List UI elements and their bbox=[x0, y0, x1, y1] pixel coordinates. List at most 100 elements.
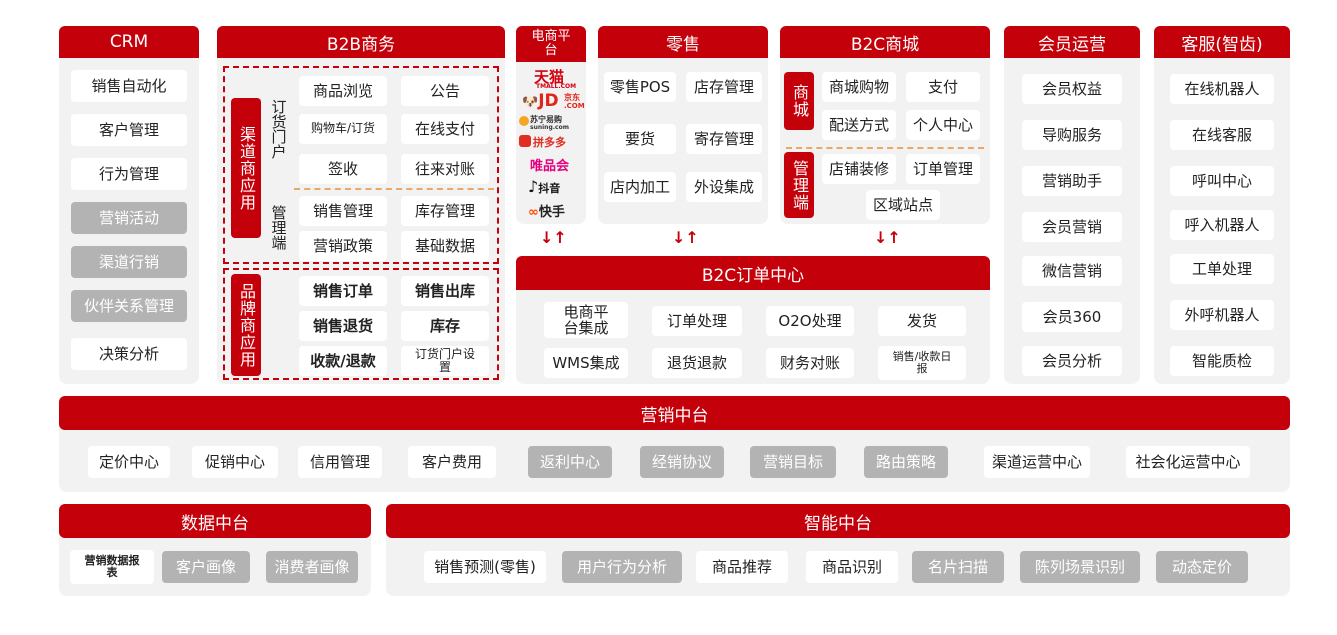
service-item-online-bot[interactable]: 在线机器人 bbox=[1170, 74, 1274, 104]
service-item-outbound-bot[interactable]: 外呼机器人 bbox=[1170, 300, 1274, 330]
kuaishou-logo[interactable]: ∞快手 bbox=[528, 201, 565, 220]
pinduoduo-logo[interactable]: 拼多多 bbox=[533, 134, 566, 150]
brand-item-stock[interactable]: 库存 bbox=[401, 311, 489, 341]
crm-item-decision-analysis[interactable]: 决策分析 bbox=[71, 338, 187, 370]
mkt-item-target[interactable]: 营销目标 bbox=[750, 446, 836, 478]
crm-item-customer-mgmt[interactable]: 客户管理 bbox=[71, 114, 187, 146]
data-header: 数据中台 bbox=[59, 504, 371, 538]
service-item-call-center[interactable]: 呼叫中心 bbox=[1170, 166, 1274, 196]
b2b-item-sign[interactable]: 签收 bbox=[299, 154, 387, 184]
order-item-finance[interactable]: 财务对账 bbox=[766, 348, 854, 378]
b2c-item-delivery[interactable]: 配送方式 bbox=[822, 110, 896, 140]
crm-item-marketing-activity[interactable]: 营销活动 bbox=[71, 202, 187, 234]
b2c-header: B2C商城 bbox=[780, 26, 990, 58]
brand-item-portal-settings[interactable]: 订货门户设置 bbox=[401, 346, 489, 376]
pdd-icon bbox=[519, 135, 531, 147]
mkt-item-pricing[interactable]: 定价中心 bbox=[88, 446, 170, 478]
b2c-item-payment[interactable]: 支付 bbox=[906, 72, 980, 102]
data-item-marketing-report[interactable]: 营销数据报表 bbox=[70, 550, 154, 584]
b2b-header: B2B商务 bbox=[217, 26, 505, 58]
b2c-item-mall-shopping[interactable]: 商城购物 bbox=[822, 72, 896, 102]
crm-item-partner-mgmt[interactable]: 伙伴关系管理 bbox=[71, 290, 187, 322]
mkt-item-social-ops[interactable]: 社会化运营中心 bbox=[1126, 446, 1250, 478]
retail-to-order-arrows: ↓↑ bbox=[672, 228, 699, 247]
b2b-item-online-pay[interactable]: 在线支付 bbox=[401, 114, 489, 144]
b2b-item-browse[interactable]: 商品浏览 bbox=[299, 76, 387, 106]
brand-item-sales-return[interactable]: 销售退货 bbox=[299, 311, 387, 341]
service-header: 客服(智齿) bbox=[1154, 26, 1290, 58]
b2b-item-cart[interactable]: 购物车/订货 bbox=[299, 114, 387, 144]
member-header: 会员运营 bbox=[1004, 26, 1140, 58]
order-item-shipping[interactable]: 发货 bbox=[878, 306, 966, 336]
ai-item-dynamic-pricing[interactable]: 动态定价 bbox=[1156, 551, 1248, 583]
crm-item-behavior-mgmt[interactable]: 行为管理 bbox=[71, 158, 187, 190]
service-item-online-cs[interactable]: 在线客服 bbox=[1170, 120, 1274, 150]
order-item-daily-report[interactable]: 销售/收款日报 bbox=[878, 346, 966, 380]
retail-header: 零售 bbox=[598, 26, 768, 58]
member-item-wechat[interactable]: 微信营销 bbox=[1022, 256, 1122, 286]
jd-logo[interactable]: 🐶JD bbox=[522, 91, 559, 111]
b2c-divider bbox=[786, 147, 984, 149]
b2b-item-marketing-policy[interactable]: 营销政策 bbox=[299, 231, 387, 261]
order-item-refund[interactable]: 退货退款 bbox=[652, 348, 742, 378]
crm-item-sales-automation[interactable]: 销售自动化 bbox=[71, 70, 187, 102]
b2b-item-sales-mgmt[interactable]: 销售管理 bbox=[299, 196, 387, 226]
member-item-guide[interactable]: 导购服务 bbox=[1022, 120, 1122, 150]
service-item-ticket[interactable]: 工单处理 bbox=[1170, 254, 1274, 284]
b2b-item-reconcile[interactable]: 往来对账 bbox=[401, 154, 489, 184]
mkt-item-rebate[interactable]: 返利中心 bbox=[528, 446, 612, 478]
brand-item-sales-order[interactable]: 销售订单 bbox=[299, 276, 387, 306]
ecom-header: 电商平台 bbox=[516, 26, 586, 62]
mkt-item-channel-ops[interactable]: 渠道运营中心 bbox=[984, 446, 1090, 478]
mkt-item-agreement[interactable]: 经销协议 bbox=[640, 446, 724, 478]
ai-item-recognition[interactable]: 商品识别 bbox=[806, 551, 898, 583]
jd-dog-icon: 🐶 bbox=[522, 95, 539, 110]
data-item-customer-profile[interactable]: 客户画像 bbox=[162, 551, 250, 583]
member-item-360[interactable]: 会员360 bbox=[1022, 302, 1122, 332]
ai-item-display-recognition[interactable]: 陈列场景识别 bbox=[1020, 551, 1140, 583]
b2c-item-personal-center[interactable]: 个人中心 bbox=[906, 110, 980, 140]
member-item-rights[interactable]: 会员权益 bbox=[1022, 74, 1122, 104]
member-item-assistant[interactable]: 营销助手 bbox=[1022, 166, 1122, 196]
order-item-wms[interactable]: WMS集成 bbox=[544, 348, 628, 378]
service-item-inbound-bot[interactable]: 呼入机器人 bbox=[1170, 210, 1274, 240]
b2c-item-region-site[interactable]: 区域站点 bbox=[866, 190, 940, 220]
retail-item-pos[interactable]: 零售POS bbox=[604, 72, 676, 102]
ecom-to-order-arrows: ↓↑ bbox=[540, 228, 567, 247]
ai-item-recommend[interactable]: 商品推荐 bbox=[696, 551, 788, 583]
brand-item-sales-outbound[interactable]: 销售出库 bbox=[401, 276, 489, 306]
b2b-item-base-data[interactable]: 基础数据 bbox=[401, 231, 489, 261]
brand-item-receipt-refund[interactable]: 收款/退款 bbox=[299, 346, 387, 376]
b2b-item-stock-mgmt[interactable]: 库存管理 bbox=[401, 196, 489, 226]
retail-item-peripheral[interactable]: 外设集成 bbox=[686, 172, 762, 202]
kuaishou-text: 快手 bbox=[538, 205, 565, 220]
retail-item-store-stock[interactable]: 店存管理 bbox=[686, 72, 762, 102]
jd-text: JD bbox=[538, 91, 559, 111]
retail-item-request[interactable]: 要货 bbox=[604, 124, 676, 154]
mkt-item-routing[interactable]: 路由策略 bbox=[864, 446, 948, 478]
member-item-marketing[interactable]: 会员营销 bbox=[1022, 212, 1122, 242]
douyin-logo[interactable]: ♪抖音 bbox=[528, 177, 560, 196]
ai-item-behavior-analysis[interactable]: 用户行为分析 bbox=[562, 551, 682, 583]
b2c-item-shop-decor[interactable]: 店铺装修 bbox=[822, 154, 896, 184]
data-item-consumer-profile[interactable]: 消费者画像 bbox=[266, 551, 358, 583]
service-item-quality[interactable]: 智能质检 bbox=[1170, 346, 1274, 376]
ai-item-sales-forecast[interactable]: 销售预测(零售) bbox=[424, 551, 546, 583]
mkt-item-promotion[interactable]: 促销中心 bbox=[192, 446, 278, 478]
mkt-item-customer-cost[interactable]: 客户费用 bbox=[408, 446, 496, 478]
suning-url: suning.com bbox=[530, 124, 569, 131]
member-item-analysis[interactable]: 会员分析 bbox=[1022, 346, 1122, 376]
douyin-text: 抖音 bbox=[538, 182, 561, 195]
ai-item-card-scan[interactable]: 名片扫描 bbox=[912, 551, 1004, 583]
mkt-item-credit[interactable]: 信用管理 bbox=[298, 446, 382, 478]
b2c-item-order-mgmt[interactable]: 订单管理 bbox=[906, 154, 980, 184]
b2b-item-notice[interactable]: 公告 bbox=[401, 76, 489, 106]
retail-item-processing[interactable]: 店内加工 bbox=[604, 172, 676, 202]
vip-logo[interactable]: 唯品会 bbox=[530, 155, 569, 174]
retail-item-deposit[interactable]: 寄存管理 bbox=[686, 124, 762, 154]
order-item-ecom-integration[interactable]: 电商平台集成 bbox=[544, 302, 628, 338]
order-item-processing[interactable]: 订单处理 bbox=[652, 306, 742, 336]
crm-item-channel-marketing[interactable]: 渠道行销 bbox=[71, 246, 187, 278]
order-item-o2o[interactable]: O2O处理 bbox=[766, 306, 854, 336]
b2c-to-order-arrows: ↓↑ bbox=[874, 228, 901, 247]
